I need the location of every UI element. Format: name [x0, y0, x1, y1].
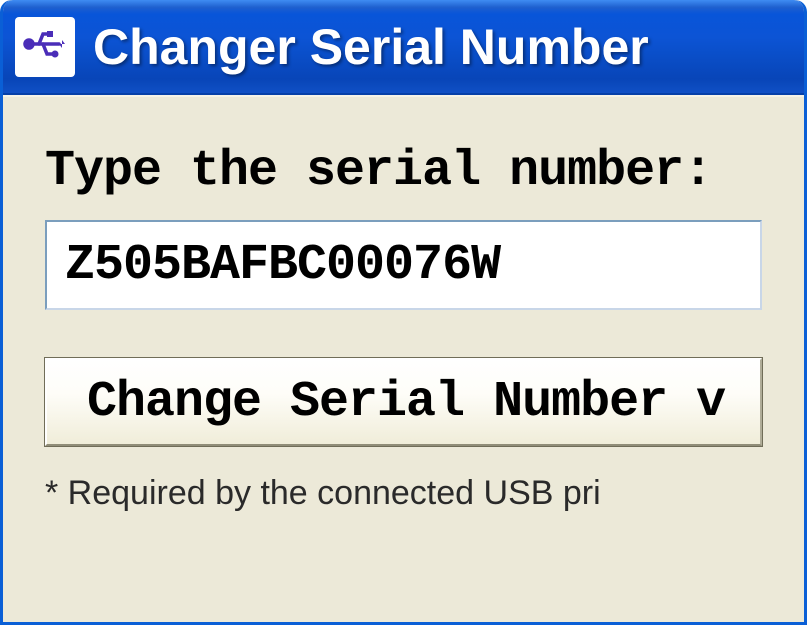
- app-window: Changer Serial Number Type the serial nu…: [0, 0, 807, 625]
- change-serial-button[interactable]: Change Serial Number v: [45, 358, 762, 446]
- client-area: Type the serial number: Change Serial Nu…: [3, 95, 804, 622]
- titlebar[interactable]: Changer Serial Number: [3, 0, 804, 95]
- usb-icon: [21, 20, 69, 73]
- serial-input-label: Type the serial number:: [45, 143, 762, 200]
- serial-input[interactable]: [45, 220, 762, 310]
- app-icon-container: [15, 17, 75, 77]
- window-title: Changer Serial Number: [93, 18, 649, 76]
- footnote-text: * Required by the connected USB pri: [45, 474, 762, 513]
